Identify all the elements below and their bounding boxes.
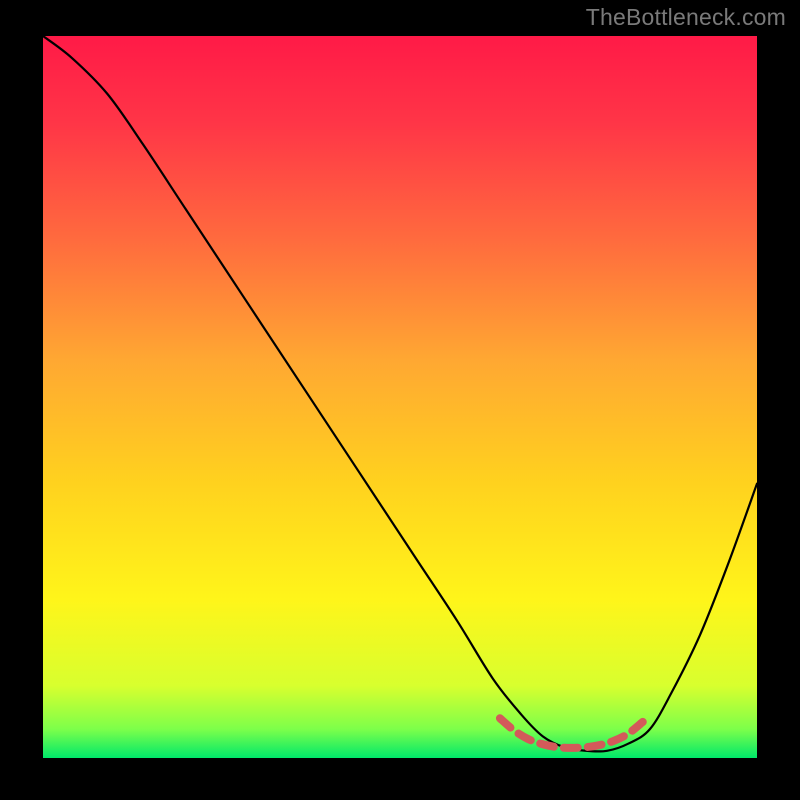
watermark-text: TheBottleneck.com <box>586 6 786 29</box>
bottleneck-curve <box>43 36 757 751</box>
plot-area <box>43 36 757 758</box>
optimal-band-marker <box>500 718 643 748</box>
chart-frame: TheBottleneck.com <box>0 0 800 800</box>
curves-layer <box>43 36 757 758</box>
